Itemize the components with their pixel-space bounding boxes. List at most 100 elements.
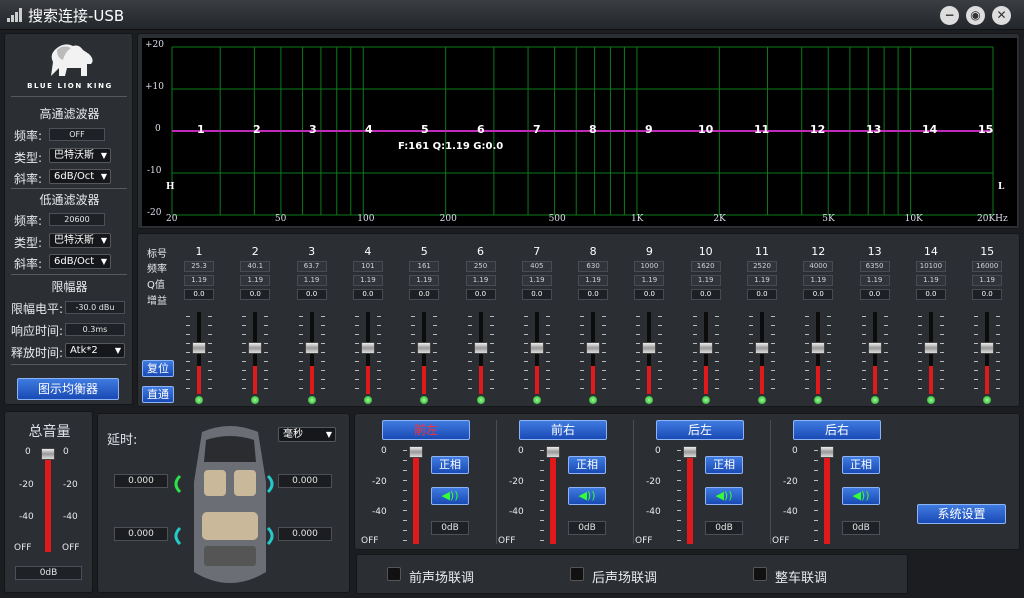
band-freq-input[interactable]: 1000 (634, 261, 665, 272)
band-marker[interactable]: 3 (309, 123, 317, 136)
bypass-button[interactable]: 直通 (142, 386, 174, 403)
channel-volume-slider[interactable] (677, 446, 697, 544)
limiter-release-select[interactable]: Atk*2 (65, 343, 125, 358)
band-gain-slider[interactable] (749, 312, 775, 394)
band-q-input[interactable]: 1.19 (803, 275, 834, 286)
band-freq-input[interactable]: 250 (465, 261, 496, 272)
band-marker[interactable]: 14 (922, 123, 937, 136)
lp-freq-input[interactable]: 20600 (49, 213, 105, 226)
close-icon[interactable]: ✕ (992, 6, 1011, 25)
band-marker[interactable]: 7 (533, 123, 541, 136)
limiter-attack-input[interactable]: 0.3ms (65, 323, 125, 336)
band-gain-slider[interactable] (861, 312, 888, 394)
delay-rr-input[interactable]: 0.000 (278, 527, 332, 541)
front-link-checkbox[interactable] (387, 567, 401, 581)
channel-volume-value[interactable]: 0dB (705, 521, 743, 535)
band-q-input[interactable]: 1.19 (747, 275, 777, 286)
band-marker[interactable]: 11 (754, 123, 769, 136)
band-gain-slider[interactable] (917, 312, 944, 394)
band-gain-slider[interactable] (411, 312, 438, 394)
phase-button[interactable]: 正相 (431, 456, 469, 474)
band-gain-slider[interactable] (467, 312, 494, 394)
band-gain-input[interactable]: 0.0 (184, 289, 214, 300)
band-q-input[interactable]: 1.19 (240, 275, 271, 286)
channel-volume-slider[interactable] (403, 446, 423, 544)
band-marker[interactable]: 8 (589, 123, 597, 136)
band-gain-input[interactable]: 0.0 (521, 289, 552, 300)
system-settings-button[interactable]: 系统设置 (917, 504, 1006, 524)
band-gain-slider[interactable] (354, 312, 381, 394)
band-q-input[interactable]: 1.19 (352, 275, 383, 286)
band-q-input[interactable]: 1.19 (465, 275, 496, 286)
band-gain-input[interactable]: 0.0 (803, 289, 834, 300)
master-volume-slider[interactable] (41, 448, 55, 552)
band-freq-input[interactable]: 16000 (972, 261, 1003, 272)
band-q-input[interactable]: 1.19 (972, 275, 1003, 286)
band-marker[interactable]: 12 (810, 123, 825, 136)
channel-volume-slider[interactable] (540, 446, 560, 544)
band-marker[interactable]: 1 (197, 123, 205, 136)
speaker-mute-icon[interactable]: ◀)) (705, 487, 743, 505)
phase-button[interactable]: 正相 (568, 456, 606, 474)
band-freq-input[interactable]: 40.1 (240, 261, 271, 272)
band-q-input[interactable]: 1.19 (578, 275, 609, 286)
band-marker[interactable]: 2 (253, 123, 261, 136)
band-q-input[interactable]: 1.19 (409, 275, 440, 286)
band-gain-input[interactable]: 0.0 (296, 289, 327, 300)
band-marker[interactable]: 6 (477, 123, 485, 136)
lp-type-select[interactable]: 巴特沃斯 (49, 233, 111, 248)
hp-type-select[interactable]: 巴特沃斯 (49, 148, 111, 163)
band-freq-input[interactable]: 2520 (747, 261, 777, 272)
phase-button[interactable]: 正相 (705, 456, 743, 474)
band-gain-input[interactable]: 0.0 (915, 289, 946, 300)
band-gain-slider[interactable] (974, 312, 1001, 394)
band-marker[interactable]: 5 (421, 123, 429, 136)
delay-unit-select[interactable]: 毫秒 (278, 427, 336, 442)
rear-link-checkbox[interactable] (570, 567, 584, 581)
band-gain-input[interactable]: 0.0 (859, 289, 890, 300)
channel-name-button[interactable]: 后左 (656, 420, 744, 440)
band-freq-input[interactable]: 630 (578, 261, 609, 272)
minimize-icon[interactable]: − (940, 6, 959, 25)
band-gain-slider[interactable] (186, 312, 212, 394)
band-q-input[interactable]: 1.19 (859, 275, 890, 286)
band-gain-input[interactable]: 0.0 (352, 289, 383, 300)
band-freq-input[interactable]: 25.3 (184, 261, 214, 272)
hp-slope-select[interactable]: 6dB/Oct (49, 169, 111, 184)
band-marker[interactable]: 15 (978, 123, 993, 136)
speaker-mute-icon[interactable]: ◀)) (842, 487, 880, 505)
channel-name-button[interactable]: 前左 (382, 420, 470, 440)
band-q-input[interactable]: 1.19 (690, 275, 721, 286)
phase-button[interactable]: 正相 (842, 456, 880, 474)
band-gain-slider[interactable] (523, 312, 550, 394)
channel-volume-slider[interactable] (814, 446, 834, 544)
band-marker[interactable]: 9 (645, 123, 653, 136)
delay-fl-input[interactable]: 0.000 (114, 474, 168, 488)
delay-rl-input[interactable]: 0.000 (114, 527, 168, 541)
band-gain-input[interactable]: 0.0 (578, 289, 609, 300)
band-gain-input[interactable]: 0.0 (747, 289, 777, 300)
band-q-input[interactable]: 1.19 (184, 275, 214, 286)
band-gain-input[interactable]: 0.0 (465, 289, 496, 300)
band-freq-input[interactable]: 4000 (803, 261, 834, 272)
hp-freq-input[interactable]: OFF (49, 128, 105, 141)
band-gain-slider[interactable] (298, 312, 325, 394)
restore-icon[interactable]: ◉ (966, 6, 985, 25)
limiter-level-input[interactable]: -30.0 dBu (65, 301, 125, 314)
band-gain-input[interactable]: 0.0 (409, 289, 440, 300)
channel-name-button[interactable]: 前右 (519, 420, 607, 440)
channel-volume-value[interactable]: 0dB (431, 521, 469, 535)
graphic-eq-button[interactable]: 图示均衡器 (17, 378, 119, 400)
band-q-input[interactable]: 1.19 (634, 275, 665, 286)
band-freq-input[interactable]: 6350 (859, 261, 890, 272)
band-freq-input[interactable]: 63.7 (296, 261, 327, 272)
band-q-input[interactable]: 1.19 (915, 275, 946, 286)
band-marker[interactable]: 13 (866, 123, 881, 136)
channel-volume-value[interactable]: 0dB (842, 521, 880, 535)
band-gain-slider[interactable] (692, 312, 719, 394)
band-marker[interactable]: 4 (365, 123, 373, 136)
band-gain-slider[interactable] (242, 312, 269, 394)
delay-fr-input[interactable]: 0.000 (278, 474, 332, 488)
band-freq-input[interactable]: 1620 (690, 261, 721, 272)
band-gain-input[interactable]: 0.0 (972, 289, 1003, 300)
